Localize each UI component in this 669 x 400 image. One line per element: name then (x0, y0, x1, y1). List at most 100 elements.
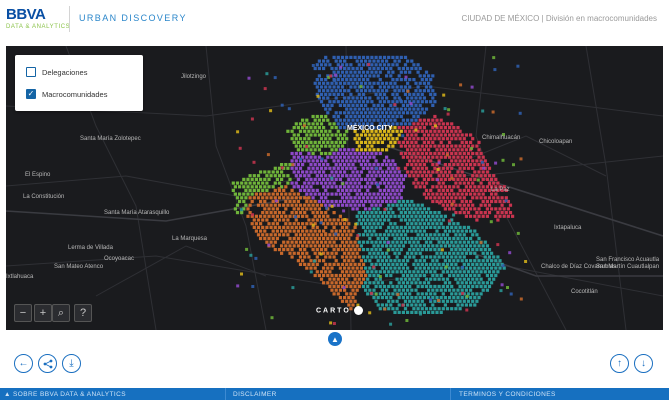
hex-cell (332, 292, 336, 296)
hex-cell (450, 248, 454, 252)
hex-cell (399, 248, 403, 252)
hex-cell (254, 185, 258, 189)
hex-cell (410, 310, 414, 314)
hex-cell (277, 174, 282, 178)
footer-disclaimer-link[interactable]: DISCLAIMER (233, 391, 277, 398)
hex-cell (462, 159, 466, 163)
hex-cell (397, 177, 401, 181)
hex-cell (431, 103, 435, 107)
zoom-out-button[interactable]: − (14, 304, 32, 322)
carto-attribution[interactable]: CARTO (316, 306, 363, 315)
footer-terms-link[interactable]: TERMINOS Y CONDICIONES (459, 391, 556, 398)
hex-cell (361, 107, 366, 111)
hex-cell (445, 270, 450, 274)
hex-cell (334, 259, 338, 263)
hex-cell (326, 111, 330, 115)
hex-cell (516, 231, 520, 235)
hex-cell (424, 137, 429, 141)
macrocomunidades-checkbox[interactable]: ✓ (26, 89, 36, 99)
info-button[interactable]: ? (74, 304, 92, 322)
hex-cell (458, 151, 462, 156)
hex-cell (460, 148, 464, 152)
hex-cell (427, 148, 431, 152)
hex-cell (414, 236, 418, 241)
legend-item-delegaciones[interactable]: Delegaciones (26, 67, 87, 77)
hex-cell (414, 259, 418, 263)
hex-cell (380, 192, 384, 196)
hex-cell (334, 89, 338, 93)
hex-cell (431, 273, 435, 278)
hex-cell (326, 222, 330, 226)
hex-cell (345, 203, 349, 207)
hex-cell (280, 251, 284, 255)
hex-cell (450, 151, 454, 156)
collapse-panel-button[interactable]: ▲ (328, 332, 342, 346)
hex-cell (378, 225, 382, 229)
hex-cell (385, 59, 389, 63)
hex-cell (378, 70, 382, 74)
hex-cell (301, 259, 305, 263)
hex-cell (406, 296, 410, 300)
hex-cell (296, 148, 300, 152)
hex-cell (374, 225, 378, 229)
hex-cell (374, 107, 378, 111)
hex-cell (382, 55, 387, 59)
hex-cell (399, 196, 403, 200)
hex-cell (347, 89, 351, 93)
hex-cell (454, 129, 458, 133)
hex-cell (401, 214, 405, 218)
hex-cell (368, 214, 372, 218)
hex-cell (343, 118, 347, 122)
zoom-in-button[interactable]: + (34, 304, 52, 322)
scroll-down-button[interactable]: ↓ (634, 354, 653, 373)
hex-cell (347, 177, 351, 181)
hex-cell (349, 151, 353, 156)
hex-cell (473, 244, 477, 248)
hex-cell (324, 55, 328, 59)
hex-cell (380, 266, 384, 270)
search-button[interactable]: ⌕ (52, 304, 70, 322)
hex-cell (334, 273, 338, 278)
hex-cell (343, 185, 347, 189)
hex-cell (385, 148, 389, 152)
hex-cell (364, 155, 368, 159)
hex-cell (366, 233, 370, 237)
hex-cell (298, 255, 303, 259)
hex-cell (235, 196, 240, 200)
hex-cell (322, 281, 326, 285)
hex-cell (290, 129, 294, 133)
hex-cell (328, 92, 332, 96)
hex-cell (265, 218, 269, 222)
hex-cell (254, 229, 258, 233)
hex-cell (353, 100, 357, 104)
hex-cell (231, 188, 235, 192)
brand-logo[interactable]: BBVA DATA & ANALYTICS (6, 6, 70, 30)
share-button[interactable] (38, 354, 57, 373)
hex-cell (366, 240, 370, 244)
hex-cell (410, 244, 414, 248)
hex-cell (374, 255, 378, 259)
hex-cell (324, 78, 328, 82)
back-button[interactable]: ← (14, 354, 33, 373)
hex-cell (298, 166, 303, 170)
hex-cell (238, 185, 242, 189)
hex-cell (338, 244, 342, 248)
hex-cell (345, 174, 349, 178)
legend-item-macrocomunidades[interactable]: ✓ Macrocomunidades (26, 89, 107, 99)
hex-cell (403, 233, 408, 237)
hex-cell (317, 140, 321, 144)
footer-about-link[interactable]: ▲ SOBRE BBVA DATA & ANALYTICS (4, 391, 126, 398)
hex-cell (343, 199, 347, 204)
scroll-up-button[interactable]: ↑ (610, 354, 629, 373)
hex-cell (261, 218, 265, 222)
hex-cell (422, 81, 426, 85)
hex-cell (466, 211, 471, 215)
hex-cell (366, 144, 370, 148)
hex-cell (307, 240, 311, 244)
hex-cell (334, 222, 338, 226)
hex-cell (298, 129, 303, 133)
download-button[interactable]: ⤓ (62, 354, 81, 373)
delegaciones-checkbox[interactable] (26, 67, 36, 77)
hex-cell (324, 211, 328, 215)
hex-cell (475, 144, 479, 148)
